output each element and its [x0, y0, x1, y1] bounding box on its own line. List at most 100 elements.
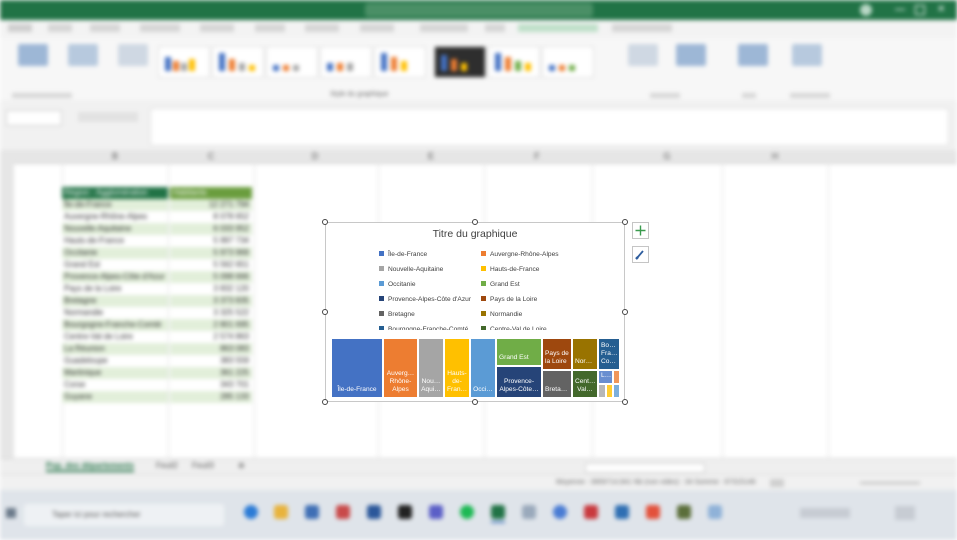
paint-icon[interactable] — [522, 505, 536, 519]
name-box[interactable] — [6, 110, 62, 126]
word-icon[interactable] — [367, 505, 381, 519]
table-cell-region[interactable]: Occitanie — [62, 247, 168, 259]
treemap-tile[interactable] — [613, 370, 620, 384]
switch-row-column-button[interactable] — [628, 44, 658, 66]
formula-input[interactable] — [150, 108, 949, 146]
table-cell-population[interactable]: 5 098 666 — [170, 271, 252, 283]
table-cell-population[interactable]: 361 225 — [170, 367, 252, 379]
table-cell-region[interactable]: Grand Est — [62, 259, 168, 271]
tab-review[interactable] — [305, 24, 339, 32]
table-cell-population[interactable]: 2 574 863 — [170, 331, 252, 343]
table-cell-region[interactable]: Île-de-France — [62, 199, 168, 211]
tab-developer[interactable] — [420, 24, 468, 32]
legend-entry[interactable]: Pays de la Loire — [481, 296, 537, 304]
chart-style-1[interactable] — [158, 46, 210, 78]
close-icon[interactable]: ✕ — [937, 4, 947, 15]
taskbar-search[interactable]: Taper ici pour rechercher — [24, 504, 224, 526]
table-cell-region[interactable]: Corse — [62, 379, 168, 391]
chart-style-3[interactable] — [266, 46, 318, 78]
legend-entry[interactable]: Auvergne-Rhône-Alpes — [481, 251, 559, 259]
treemap-tile[interactable]: Provence-Alpes-Côte… — [496, 366, 542, 398]
quick-layout-button[interactable] — [68, 44, 98, 66]
app-icon[interactable] — [708, 505, 722, 519]
table-cell-region[interactable]: Hauts-de-France — [62, 235, 168, 247]
chart-legend[interactable]: Île-de-France Auvergne-Rhône-Alpes Nouvell… — [326, 247, 626, 330]
column-header-f[interactable]: F — [522, 151, 552, 161]
tab-insert[interactable] — [90, 24, 120, 32]
resize-handle[interactable] — [622, 309, 628, 315]
legend-entry[interactable]: Grand Est — [481, 281, 520, 289]
tab-home[interactable] — [48, 24, 72, 32]
chart-style-7[interactable] — [488, 46, 540, 78]
sheet-tab[interactable]: Feuil3 — [192, 461, 214, 470]
table-cell-region[interactable]: Normandie — [62, 307, 168, 319]
treemap-tile[interactable]: Nou… Aqui… — [418, 338, 444, 398]
zoom-slider[interactable] — [860, 482, 920, 484]
treemap-chart[interactable]: Titre du graphique Île-de-France Auvergne… — [325, 222, 625, 402]
table-cell-region[interactable]: Guyane — [62, 391, 168, 403]
treemap-tile[interactable]: Occi… — [470, 338, 496, 398]
resize-handle[interactable] — [322, 309, 328, 315]
treemap-tile[interactable] — [613, 384, 620, 398]
add-chart-element-button[interactable] — [18, 44, 48, 66]
chart-style-2[interactable] — [212, 46, 264, 78]
legend-entry[interactable]: Hauts-de-France — [481, 266, 539, 274]
legend-entry[interactable]: Bretagne — [379, 311, 415, 319]
table-cell-region[interactable]: Bourgogne-Franche-Comté — [62, 319, 168, 331]
treemap-tile[interactable] — [598, 384, 606, 398]
tab-help[interactable] — [485, 24, 505, 32]
legend-entry[interactable]: Normandie — [481, 311, 522, 319]
tab-format[interactable] — [612, 24, 672, 32]
tab-layout[interactable] — [140, 24, 180, 32]
treemap-tile[interactable]: Breta… — [542, 370, 572, 398]
maximize-icon[interactable] — [915, 5, 925, 15]
minimize-icon[interactable] — [895, 9, 905, 10]
app-icon[interactable] — [584, 505, 598, 519]
table-header-region[interactable]: Région - Agglomération — [62, 187, 168, 199]
change-colors-button[interactable] — [118, 44, 148, 66]
legend-entry[interactable]: Île-de-France — [379, 251, 427, 259]
table-cell-region[interactable]: La Réunion — [62, 343, 168, 355]
chart-style-4[interactable] — [320, 46, 372, 78]
browser-icon[interactable] — [553, 505, 567, 519]
table-cell-region[interactable]: Pays de la Loire — [62, 283, 168, 295]
app-icon[interactable] — [677, 505, 691, 519]
treemap-tile[interactable]: Île-de-France — [331, 338, 383, 398]
table-cell-population[interactable]: 6 033 952 — [170, 223, 252, 235]
resize-handle[interactable] — [472, 219, 478, 225]
clock[interactable] — [895, 506, 915, 520]
table-cell-population[interactable]: 3 373 835 — [170, 295, 252, 307]
legend-entry[interactable]: Centre-Val de Loire — [481, 326, 547, 330]
formula-buttons[interactable] — [78, 112, 138, 122]
table-cell-population[interactable]: 5 562 651 — [170, 259, 252, 271]
column-header-g[interactable]: G — [652, 151, 682, 161]
treemap-tile[interactable]: Grand Est — [496, 338, 542, 366]
resize-handle[interactable] — [472, 399, 478, 405]
table-cell-population[interactable]: 3 832 120 — [170, 283, 252, 295]
account-icon[interactable] — [860, 4, 872, 16]
column-header-d[interactable]: D — [300, 151, 330, 161]
file-explorer-icon[interactable] — [274, 505, 288, 519]
legend-entry[interactable]: Nouvelle-Aquitaine — [379, 266, 443, 274]
table-cell-population[interactable]: 285 133 — [170, 391, 252, 403]
table-cell-population[interactable]: 3 325 522 — [170, 307, 252, 319]
column-header-b[interactable]: B — [100, 151, 130, 161]
teams-icon[interactable] — [429, 505, 443, 519]
outlook-icon[interactable] — [615, 505, 629, 519]
table-cell-population[interactable]: 8 078 652 — [170, 211, 252, 223]
add-sheet-icon[interactable]: ⊕ — [238, 461, 245, 470]
table-cell-population[interactable]: 5 973 969 — [170, 247, 252, 259]
brave-icon[interactable] — [646, 505, 660, 519]
resize-handle[interactable] — [622, 399, 628, 405]
tab-formulas[interactable] — [200, 24, 234, 32]
resize-handle[interactable] — [622, 219, 628, 225]
table-cell-population[interactable]: 2 801 695 — [170, 319, 252, 331]
sheet-tab-active[interactable]: Pop. des départements — [46, 461, 135, 472]
tab-view[interactable] — [360, 24, 394, 32]
table-cell-population[interactable]: 863 083 — [170, 343, 252, 355]
edge-icon[interactable] — [244, 505, 258, 519]
table-cell-population[interactable]: 383 559 — [170, 355, 252, 367]
mail-icon[interactable] — [305, 505, 319, 519]
excel-icon[interactable] — [491, 505, 505, 519]
start-icon[interactable] — [6, 508, 16, 518]
